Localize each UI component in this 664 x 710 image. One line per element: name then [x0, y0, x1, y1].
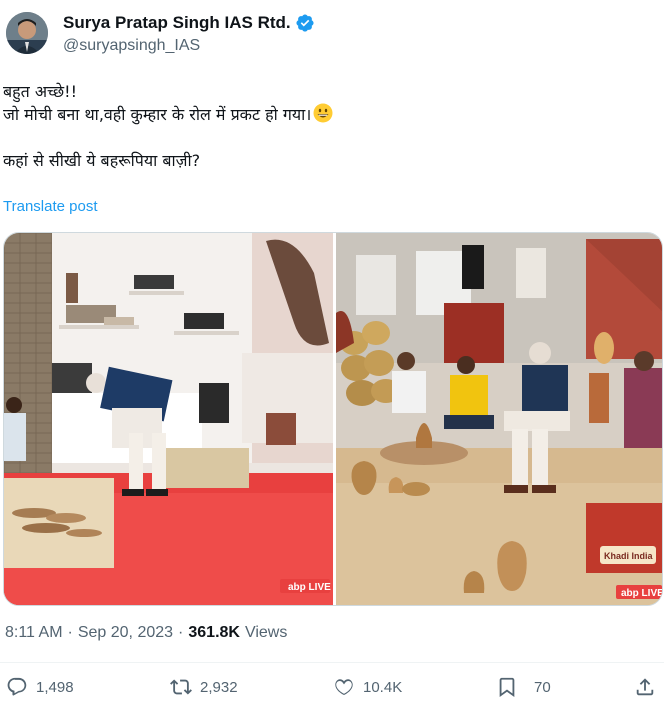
- tweet-line-2: जो मोची बना था,वही कुम्हार के रोल में प्…: [3, 103, 653, 126]
- bookmark-icon: [499, 677, 515, 698]
- author-handle[interactable]: @suryapsingh_IAS: [63, 37, 200, 55]
- meta-separator: ·: [67, 624, 73, 641]
- reply-count: 1,498: [36, 678, 74, 696]
- translate-post-link[interactable]: Translate post: [3, 198, 98, 215]
- share-icon: [636, 678, 654, 696]
- right-watermark: abp LIVE: [621, 588, 663, 599]
- meta-separator-2: ·: [178, 624, 184, 641]
- tweet-line-4: कहां से सीखी ये बहरूपिया बाज़ी?: [3, 151, 201, 170]
- retweet-button[interactable]: 2,932: [170, 676, 238, 698]
- like-count: 10.4K: [363, 678, 403, 696]
- right-photo: Khadi India abp LIVE: [336, 233, 663, 605]
- khadi-sign: Khadi India: [604, 551, 653, 561]
- avatar-image: [6, 12, 48, 54]
- verified-badge-icon: [296, 14, 314, 32]
- tweet-media[interactable]: abp LIVE Khadi India abp LIVE: [3, 232, 663, 606]
- media-photos: abp LIVE Khadi India abp LIVE: [4, 233, 663, 605]
- tweet-line-1: बहुत अच्छे!!: [3, 82, 77, 101]
- author-name[interactable]: Surya Pratap Singh IAS Rtd.: [63, 13, 291, 33]
- grinning-face-emoji-icon: [313, 103, 333, 123]
- views-count: 361.8K: [188, 624, 240, 641]
- share-button[interactable]: [634, 676, 656, 698]
- tweet-time[interactable]: 8:11 AM: [5, 624, 63, 642]
- views-label: Views: [244, 624, 288, 641]
- tweet-header: Surya Pratap Singh IAS Rtd. @suryapsingh…: [0, 0, 664, 70]
- tweet-text: बहुत अच्छे!! जो मोची बना था,वही कुम्हार …: [3, 80, 653, 172]
- heart-icon: [335, 679, 353, 695]
- reply-button[interactable]: 1,498: [6, 676, 74, 698]
- retweet-count: 2,932: [200, 678, 238, 696]
- author-avatar[interactable]: [6, 12, 48, 54]
- bookmark-count: 70: [534, 678, 551, 696]
- retweet-icon: [170, 679, 192, 695]
- tweet-actions: 1,498 2,932 10.4K 70: [0, 676, 664, 710]
- actions-divider: [0, 662, 664, 663]
- like-button[interactable]: 10.4K: [333, 676, 402, 698]
- tweet-date[interactable]: Sep 20, 2023: [78, 624, 173, 642]
- tweet-line-2-text: जो मोची बना था,वही कुम्हार के रोल में प्…: [3, 105, 312, 124]
- left-watermark: abp LIVE: [288, 582, 331, 593]
- author-name-row[interactable]: Surya Pratap Singh IAS Rtd.: [63, 13, 315, 33]
- reply-icon: [7, 677, 27, 696]
- bookmark-button[interactable]: 70: [496, 676, 551, 698]
- left-photo: abp LIVE: [4, 233, 333, 605]
- tweet-meta: 8:11 AM · Sep 20, 2023 · 361.8K Views: [5, 624, 287, 642]
